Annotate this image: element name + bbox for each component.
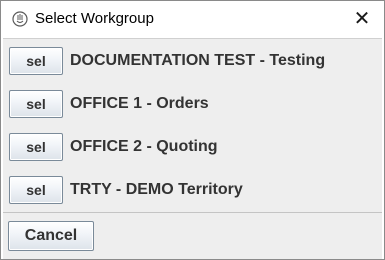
select-workgroup-button[interactable]: sel [9, 133, 63, 161]
workgroup-row: sel OFFICE 1 - Orders [3, 88, 382, 120]
dialog-footer: Cancel [3, 212, 382, 259]
close-button[interactable]: ✕ [347, 7, 377, 31]
workgroup-label: OFFICE 1 - Orders [70, 95, 209, 112]
workgroup-row: sel OFFICE 2 - Quoting [3, 131, 382, 163]
select-workgroup-button[interactable]: sel [9, 176, 63, 204]
java-cup-icon [12, 11, 28, 27]
select-workgroup-dialog: Select Workgroup ✕ sel DOCUMENTATION TES… [0, 0, 385, 260]
cancel-button[interactable]: Cancel [8, 221, 94, 251]
select-workgroup-button[interactable]: sel [9, 90, 63, 118]
workgroup-label: OFFICE 2 - Quoting [70, 138, 218, 155]
window-title: Select Workgroup [35, 10, 154, 27]
workgroup-label: DOCUMENTATION TEST - Testing [70, 52, 326, 69]
title-bar[interactable]: Select Workgroup ✕ [1, 1, 384, 37]
workgroup-list: sel DOCUMENTATION TEST - Testing sel OFF… [3, 38, 382, 212]
select-workgroup-button[interactable]: sel [9, 47, 63, 75]
workgroup-row: sel DOCUMENTATION TEST - Testing [3, 45, 382, 77]
workgroup-label: TRTY - DEMO Territory [70, 181, 243, 198]
workgroup-row: sel TRTY - DEMO Territory [3, 174, 382, 206]
